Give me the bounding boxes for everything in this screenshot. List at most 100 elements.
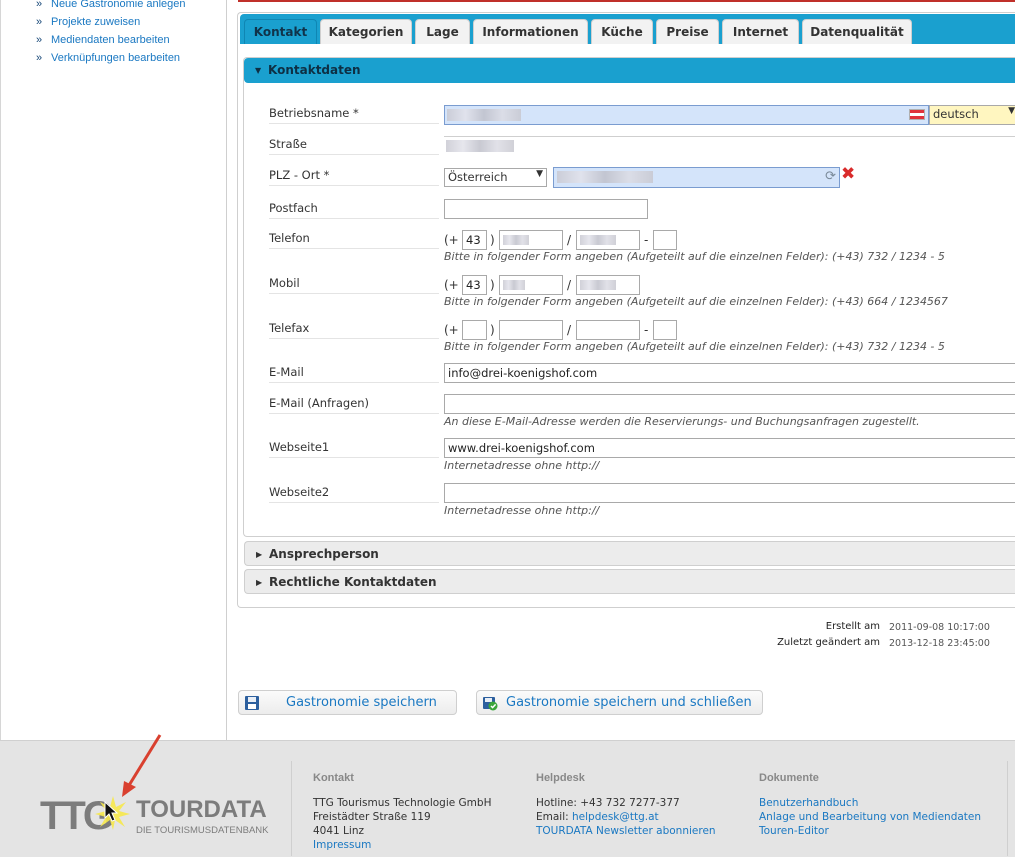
language-value: deutsch [933,107,979,121]
redacted-text [503,235,529,245]
created-value: 2011-09-08 10:17:00 [889,622,990,633]
nav-item-label: Mediendaten bearbeiten [51,34,170,46]
paren-close: ) [490,233,495,247]
nav-item-links[interactable]: » Verknüpfungen bearbeiten [36,49,186,67]
refresh-icon: ⟳ [825,169,836,184]
nav-item-label: Neue Gastronomie anlegen [51,0,186,10]
section-title: Rechtliche Kontaktdaten [269,575,437,589]
tab-kontakt[interactable]: Kontakt [244,19,317,44]
strasse-input[interactable] [444,136,1015,156]
betriebsname-input[interactable] [444,105,929,125]
mouse-cursor-icon [104,801,119,822]
section-header-ansprechperson[interactable]: ▶ Ansprechperson [244,541,1015,566]
mediendaten-doc-link[interactable]: Anlage und Bearbeitung von Mediendaten [759,810,981,824]
label-email-anfragen: E-Mail (Anfragen) [269,396,439,414]
telefon-country-code[interactable]: 43 [462,230,487,250]
footer-heading-kontakt: Kontakt [313,772,354,784]
tab-kategorien[interactable]: Kategorien [320,19,412,44]
modified-value: 2013-12-18 23:45:00 [889,638,990,649]
label-telefon: Telefon [269,231,439,249]
nav-arrow-icon: » [36,16,43,28]
email-anfragen-input[interactable] [444,394,1015,414]
newsletter-link[interactable]: TOURDATA Newsletter abonnieren [536,824,716,838]
touren-editor-link[interactable]: Touren-Editor [759,824,829,838]
footer-heading-helpdesk: Helpdesk [536,772,585,784]
modified-label: Zuletzt geändert am [777,637,880,648]
footer-heading-dokumente: Dokumente [759,772,819,784]
dash-separator: - [644,233,649,247]
mobil-hint: Bitte in folgender Form angeben (Aufgete… [444,295,948,308]
dash-separator: - [644,323,649,337]
redacted-text [447,109,521,121]
slash-separator: / [567,323,572,337]
top-accent-line [238,0,1015,2]
helpdesk-email-prefix: Email: [536,811,573,823]
section-title: Kontaktdaten [268,63,361,77]
created-label: Erstellt am [825,621,880,632]
telefon-hint: Bitte in folgender Form angeben (Aufgete… [444,250,945,263]
section-header-kontaktdaten[interactable]: ▼ Kontaktdaten [244,58,1015,83]
slash-separator: / [567,233,572,247]
webseite2-hint: Internetadresse ohne http:// [444,504,600,517]
triangle-right-icon: ▶ [256,550,263,559]
webseite1-input[interactable]: www.drei-koenigshof.com [444,438,1015,458]
mobil-number-input[interactable] [576,275,640,295]
footer-divider [1007,761,1008,856]
tab-lage[interactable]: Lage [415,19,470,44]
nav-item-new-gastro[interactable]: » Neue Gastronomie anlegen [36,0,186,13]
plz-ort-input[interactable]: ⟳ [553,167,840,188]
paren-close: ) [490,323,495,337]
country-select[interactable]: Österreich ▼ [444,168,547,187]
nav-arrow-icon: » [36,52,43,64]
footer-street: Freistädter Straße 119 [313,811,431,823]
tab-kueche[interactable]: Küche [591,19,653,44]
email-input[interactable]: info@drei-koenigshof.com [444,363,1015,383]
benutzerhandbuch-link[interactable]: Benutzerhandbuch [759,796,858,810]
austria-flag-icon [909,109,925,120]
floppy-disk-icon [245,696,259,710]
delete-icon[interactable]: ✖ [841,164,855,184]
nav-item-projects[interactable]: » Projekte zuweisen [36,13,186,31]
postfach-input[interactable] [444,199,648,219]
save-button[interactable]: Gastronomie speichern [238,690,457,715]
impressum-link[interactable]: Impressum [313,838,371,852]
telefon-area-input[interactable] [499,230,563,250]
nav-item-media[interactable]: » Mediendaten bearbeiten [36,31,186,49]
telefon-number-input[interactable] [576,230,640,250]
telefon-extension-input[interactable] [653,230,677,250]
tourdata-tagline: DIE TOURISMUSDATENBANK [136,825,269,836]
webseite2-input[interactable] [444,483,1015,503]
label-betriebsname: Betriebsname * [269,106,439,124]
telefax-extension-input[interactable] [653,320,677,340]
tourdata-wordmark: TOURDATA [136,796,267,823]
label-telefax: Telefax [269,321,439,339]
triangle-right-icon: ▶ [256,578,263,587]
telefax-hint: Bitte in folgender Form angeben (Aufgete… [444,340,945,353]
mobil-prefix-input[interactable] [499,275,563,295]
tourdata-logo[interactable]: TTG TOURDATA DIE TOURISMUSDATENBANK [40,796,275,841]
telefax-area-input[interactable] [499,320,563,340]
redacted-text [580,235,616,245]
footer: TTG TOURDATA DIE TOURISMUSDATENBANK Kont… [0,734,1015,857]
redacted-text [557,171,653,183]
nav-arrow-icon: » [36,34,43,46]
red-annotation-arrow-icon [122,734,162,797]
footer-city: 4041 Linz [313,825,364,837]
tab-datenqualitaet[interactable]: Datenqualität [802,19,912,44]
helpdesk-email-link[interactable]: helpdesk@ttg.at [572,811,659,823]
triangle-down-icon: ▼ [255,66,262,75]
save-close-button[interactable]: Gastronomie speichern und schließen [476,690,763,715]
tab-preise[interactable]: Preise [656,19,719,44]
telefax-number-input[interactable] [576,320,640,340]
footer-company: TTG Tourismus Technologie GmbH [313,797,492,809]
left-navigation: » Neue Gastronomie anlegen » Projekte zuwe… [0,0,227,740]
telefax-country-code[interactable] [462,320,487,340]
save-close-icon [483,697,498,711]
tab-informationen[interactable]: Informationen [473,19,588,44]
tab-internet[interactable]: Internet [722,19,799,44]
paren-open: (+ [444,233,459,247]
mobil-country-code[interactable]: 43 [462,275,487,295]
language-select[interactable]: deutsch ▼ [929,105,1015,125]
section-header-rechtliche-kontaktdaten[interactable]: ▶ Rechtliche Kontaktdaten [244,569,1015,594]
country-value: Österreich [448,170,508,184]
